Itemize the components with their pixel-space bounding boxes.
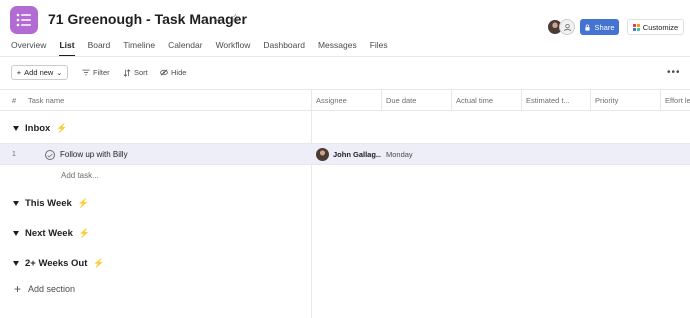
grid-icon: [632, 23, 640, 31]
section-label: This Week: [25, 198, 72, 209]
project-tabs: Overview List Board Timeline Calendar Wo…: [11, 40, 401, 57]
section-2-plus-weeks-out[interactable]: 2+ Weeks Out ⚡: [13, 258, 105, 269]
project-icon[interactable]: [10, 6, 38, 34]
project-members[interactable]: [547, 19, 575, 35]
tab-calendar[interactable]: Calendar: [168, 40, 203, 56]
sort-label: Sort: [134, 68, 148, 77]
column-header-due-date[interactable]: Due date: [386, 96, 448, 105]
check-icon: [47, 153, 53, 158]
lightning-icon: ⚡: [77, 198, 90, 208]
add-new-label: Add new: [24, 68, 54, 77]
section-this-week[interactable]: This Week ⚡: [13, 198, 89, 209]
complete-task-checkbox[interactable]: [45, 150, 55, 160]
table-row[interactable]: 1 Follow up with Billy John Gallag... Mo…: [0, 143, 690, 165]
column-divider[interactable]: [660, 89, 661, 111]
caret-down-icon[interactable]: [13, 201, 19, 206]
tab-files[interactable]: Files: [370, 40, 388, 56]
caret-down-icon[interactable]: [13, 261, 19, 266]
tab-timeline[interactable]: Timeline: [123, 40, 155, 56]
avatar: [316, 148, 329, 161]
section-label: Next Week: [25, 228, 73, 239]
tabs-divider: [0, 56, 690, 57]
lightning-icon: ⚡: [93, 258, 105, 268]
add-task-button[interactable]: Add task...: [61, 171, 99, 180]
customize-button[interactable]: Customize: [627, 19, 684, 35]
more-options-icon[interactable]: •••: [667, 67, 681, 78]
column-divider[interactable]: [451, 89, 452, 111]
tab-messages[interactable]: Messages: [318, 40, 357, 56]
add-section-button[interactable]: + Add section: [14, 283, 75, 295]
section-label: Inbox: [25, 123, 51, 134]
tab-board[interactable]: Board: [88, 40, 111, 56]
column-divider[interactable]: [590, 89, 591, 111]
filter-button[interactable]: Filter: [82, 68, 110, 77]
tab-list[interactable]: List: [59, 40, 75, 57]
person-icon: [559, 19, 575, 35]
column-header-estimated-time[interactable]: Estimated t...: [526, 96, 588, 105]
section-inbox[interactable]: Inbox ⚡: [13, 123, 68, 134]
lightning-icon: ⚡: [78, 228, 91, 238]
plus-icon: +: [14, 282, 22, 296]
section-label: 2+ Weeks Out: [25, 258, 88, 269]
column-divider[interactable]: [311, 89, 312, 318]
hide-label: Hide: [171, 68, 187, 77]
chevron-down-icon[interactable]: ⌄: [213, 13, 221, 24]
hide-icon: [160, 69, 168, 76]
lightning-icon: ⚡: [56, 123, 68, 133]
column-header-number: #: [12, 96, 17, 105]
plus-icon: +: [16, 68, 22, 77]
column-header-priority[interactable]: Priority: [595, 96, 657, 105]
column-header-task-name[interactable]: Task name: [28, 96, 64, 105]
sort-icon: [123, 68, 131, 77]
column-header-actual-time[interactable]: Actual time: [456, 96, 518, 105]
hide-button[interactable]: Hide: [160, 68, 186, 77]
filter-label: Filter: [93, 68, 110, 77]
column-divider[interactable]: [521, 89, 522, 111]
list-icon: [16, 13, 31, 27]
lock-icon: [585, 24, 591, 31]
share-button[interactable]: Share: [580, 19, 619, 35]
task-due-date[interactable]: Monday: [386, 150, 413, 159]
column-header-assignee[interactable]: Assignee: [316, 96, 378, 105]
caret-down-icon[interactable]: [13, 231, 19, 236]
tab-overview[interactable]: Overview: [11, 40, 46, 56]
share-label: Share: [594, 22, 615, 32]
task-assignee[interactable]: John Gallag...: [333, 150, 381, 159]
star-icon[interactable]: ☆: [230, 11, 241, 25]
section-next-week[interactable]: Next Week ⚡: [13, 228, 90, 239]
chevron-down-icon: ⌄: [56, 69, 63, 77]
tab-dashboard[interactable]: Dashboard: [263, 40, 305, 56]
row-number: 1: [12, 151, 16, 158]
sort-button[interactable]: Sort: [123, 68, 148, 77]
filter-icon: [82, 69, 90, 76]
caret-down-icon[interactable]: [13, 126, 19, 131]
tab-workflow[interactable]: Workflow: [216, 40, 251, 56]
add-new-button[interactable]: + Add new ⌄: [11, 65, 68, 80]
add-section-label: Add section: [28, 284, 76, 294]
column-divider[interactable]: [381, 89, 382, 111]
table-header: # Task name Assignee Due date Actual tim…: [0, 89, 690, 111]
column-header-effort[interactable]: Effort le: [665, 96, 690, 105]
task-name[interactable]: Follow up with Billy: [60, 150, 128, 159]
customize-label: Customize: [642, 22, 679, 32]
